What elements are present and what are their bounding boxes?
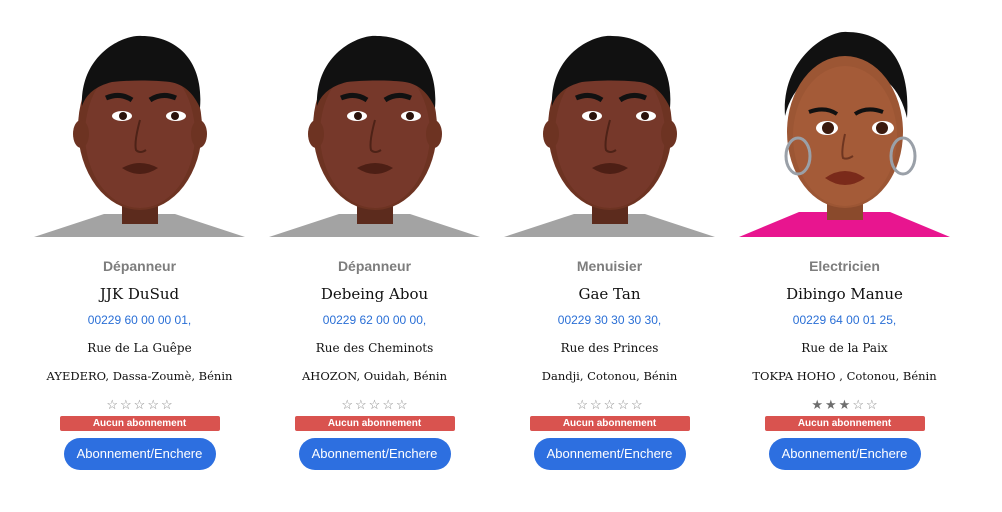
star-filled-icon[interactable]: ★	[811, 398, 823, 412]
star-empty-icon[interactable]: ☆	[120, 398, 132, 412]
street-address: Rue de La Guêpe	[87, 341, 192, 355]
male-avatar-icon	[34, 35, 245, 237]
rating-stars[interactable]: ☆ ☆ ☆ ☆ ☆	[106, 398, 172, 412]
phone-link[interactable]: 00229 60 00 00 01,	[88, 312, 191, 328]
artisan-name: Debeing Abou	[320, 285, 429, 303]
star-empty-icon[interactable]: ☆	[631, 398, 643, 412]
city-address: AHOZON, Ouidah, Bénin	[301, 369, 447, 383]
female-avatar-icon	[739, 31, 950, 237]
subscribe-button[interactable]: Abonnement/Enchere	[298, 438, 451, 470]
star-empty-icon[interactable]: ☆	[617, 398, 629, 412]
street-address: Rue de la Paix	[801, 341, 888, 355]
phone-link[interactable]: 00229 30 30 30 30,	[558, 312, 661, 328]
star-empty-icon[interactable]: ☆	[396, 398, 408, 412]
artisan-name: JJK DuSud	[99, 285, 180, 303]
star-empty-icon[interactable]: ☆	[576, 398, 588, 412]
subscribe-button[interactable]: Abonnement/Enchere	[768, 438, 921, 470]
city-address: TOKPA HOHO , Cotonou, Bénin	[752, 369, 937, 383]
rating-stars[interactable]: ★ ★ ★ ☆ ☆	[811, 398, 877, 412]
phone-link[interactable]: 00229 64 00 01 25,	[793, 312, 896, 328]
artisan-card: Dépanneur Debeing Abou 00229 62 00 00 00…	[269, 24, 480, 494]
star-filled-icon[interactable]: ★	[825, 398, 837, 412]
subscribe-button[interactable]: Abonnement/Enchere	[533, 438, 686, 470]
street-address: Rue des Princes	[560, 341, 659, 355]
rating-stars[interactable]: ☆ ☆ ☆ ☆ ☆	[341, 398, 407, 412]
subscribe-button[interactable]: Abonnement/Enchere	[63, 438, 216, 470]
artisan-card-list: Dépanneur JJK DuSud 00229 60 00 00 01, R…	[34, 24, 974, 504]
trade-label: Dépanneur	[337, 258, 412, 274]
star-empty-icon[interactable]: ☆	[382, 398, 394, 412]
artisan-card: Dépanneur JJK DuSud 00229 60 00 00 01, R…	[34, 24, 245, 494]
trade-label: Electricien	[809, 258, 880, 274]
star-empty-icon[interactable]: ☆	[341, 398, 353, 412]
trade-label: Menuisier	[576, 258, 643, 274]
star-empty-icon[interactable]: ☆	[590, 398, 602, 412]
trade-label: Dépanneur	[102, 258, 177, 274]
star-filled-icon[interactable]: ★	[839, 398, 851, 412]
star-empty-icon[interactable]: ☆	[134, 398, 146, 412]
star-empty-icon[interactable]: ☆	[355, 398, 367, 412]
artisan-name: Dibingo Manue	[786, 285, 903, 303]
subscription-badge: Aucun abonnement	[529, 416, 690, 431]
artisan-card: Electricien Dibingo Manue 00229 64 00 01…	[739, 24, 950, 494]
star-empty-icon[interactable]: ☆	[161, 398, 173, 412]
city-address: Dandji, Cotonou, Bénin	[541, 369, 678, 383]
city-address: AYEDERO, Dassa-Zoumè, Bénin	[46, 369, 233, 383]
rating-stars[interactable]: ☆ ☆ ☆ ☆ ☆	[576, 398, 642, 412]
subscription-badge: Aucun abonnement	[59, 416, 220, 431]
star-empty-icon[interactable]: ☆	[604, 398, 616, 412]
male-avatar-icon	[269, 35, 480, 237]
street-address: Rue des Cheminots	[315, 341, 434, 355]
male-avatar-icon	[504, 35, 715, 237]
star-empty-icon[interactable]: ☆	[369, 398, 381, 412]
subscription-badge: Aucun abonnement	[294, 416, 455, 431]
artisan-card: Menuisier Gae Tan 00229 30 30 30 30, Rue…	[504, 24, 715, 494]
star-empty-icon[interactable]: ☆	[852, 398, 864, 412]
star-empty-icon[interactable]: ☆	[106, 398, 118, 412]
subscription-badge: Aucun abonnement	[764, 416, 925, 431]
phone-link[interactable]: 00229 62 00 00 00,	[323, 312, 426, 328]
star-empty-icon[interactable]: ☆	[866, 398, 878, 412]
artisan-name: Gae Tan	[578, 285, 641, 303]
star-empty-icon[interactable]: ☆	[147, 398, 159, 412]
